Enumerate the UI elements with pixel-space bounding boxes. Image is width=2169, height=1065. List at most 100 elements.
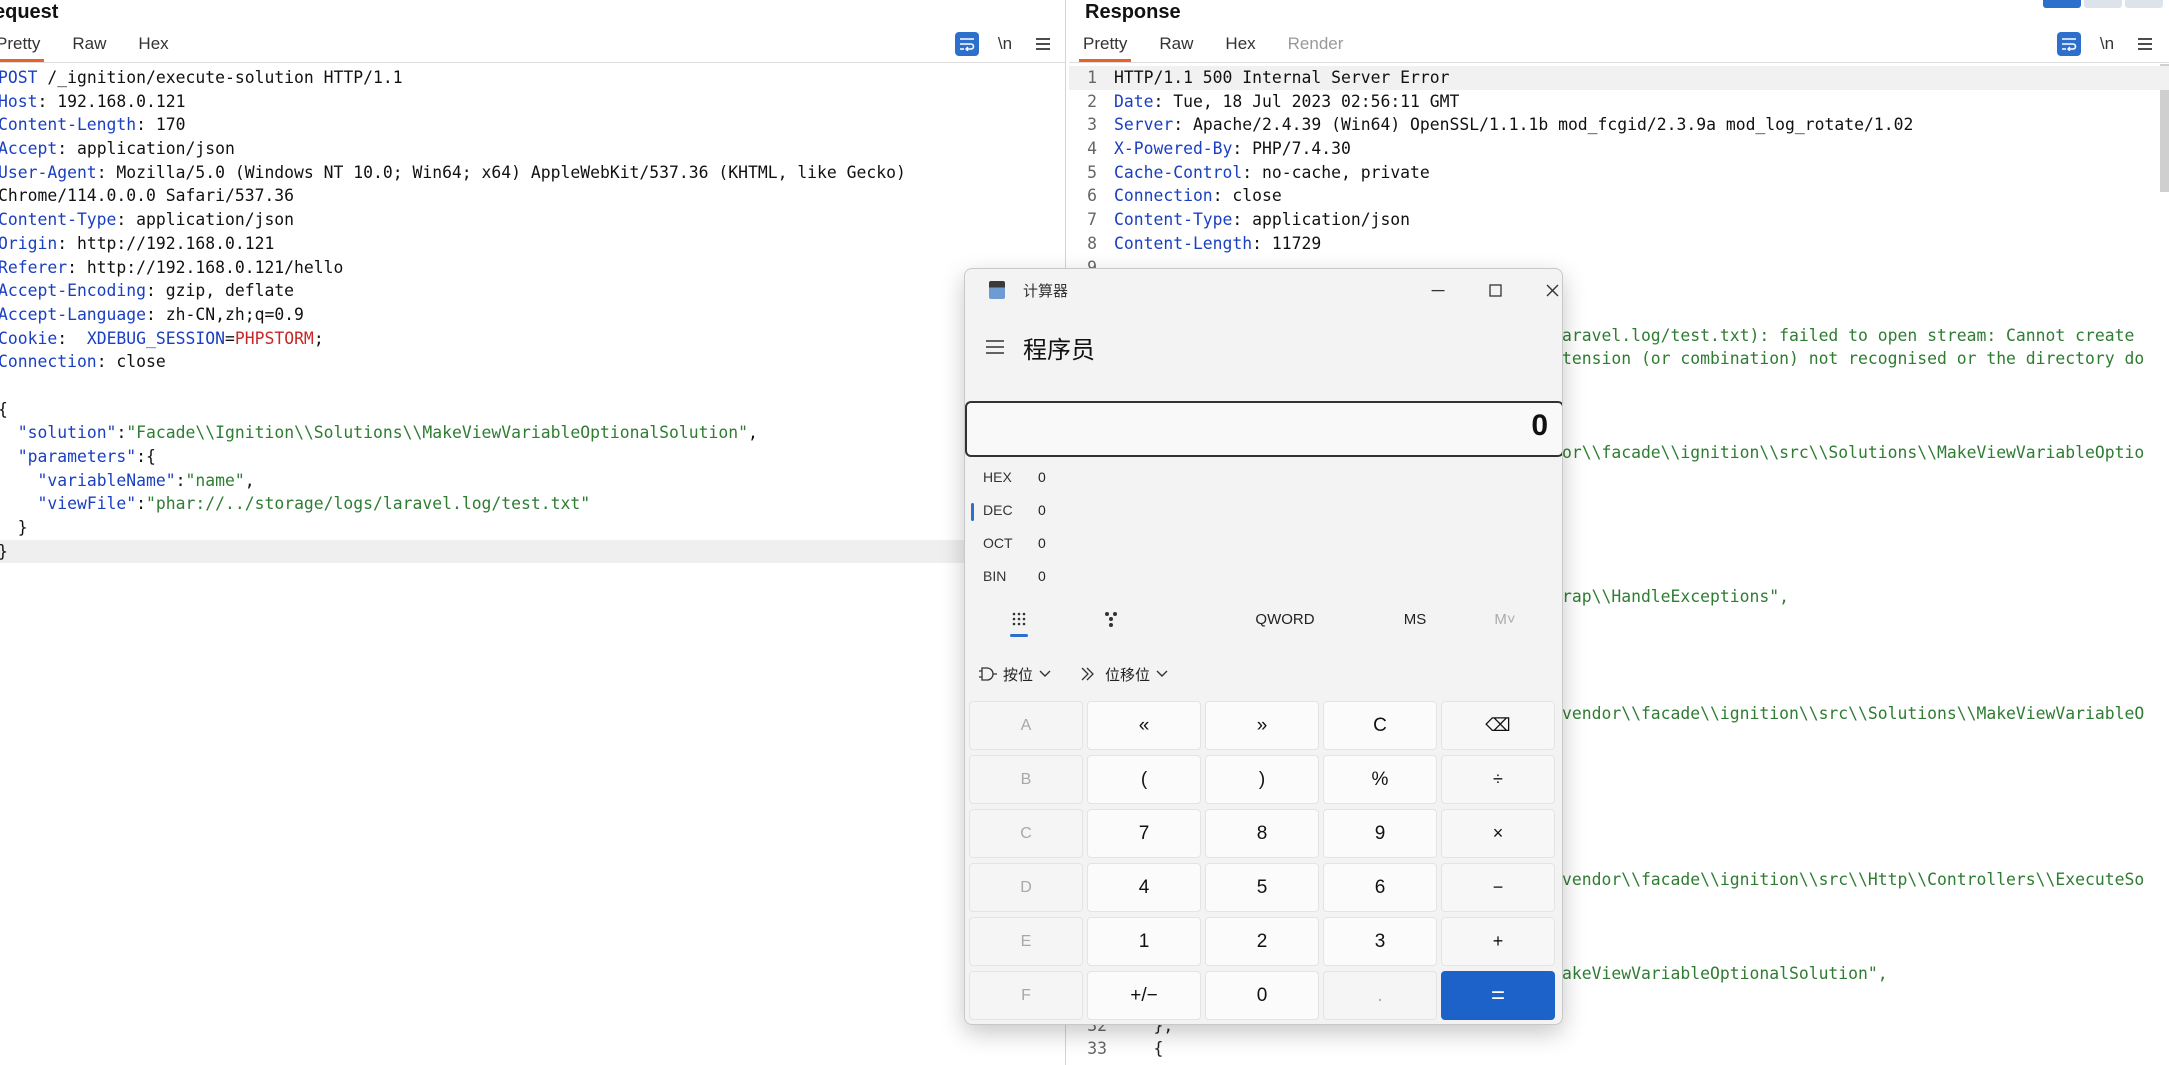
request-tab-raw[interactable]: Raw [72, 30, 106, 62]
clear-button[interactable]: C [1323, 701, 1437, 750]
calculator-keypad: A «» C ⌫ B()% ÷ C 7 8 9 × D 4 5 6− E 1 2 3 + F +/− 0. = [969, 701, 1559, 1020]
digit-6-button[interactable]: 6 [1323, 863, 1437, 912]
request-toolbar: \n [955, 30, 1055, 58]
shift-left-button[interactable]: « [1087, 701, 1201, 750]
base-oct-value: 0 [1038, 535, 1046, 551]
response-line-text: HTTP/1.1 500 Internal Server Error [1114, 66, 1450, 90]
response-tab-raw[interactable]: Raw [1159, 30, 1193, 62]
base-bin-value: 0 [1038, 568, 1046, 584]
menu-icon[interactable] [2133, 32, 2157, 56]
digit-7-button[interactable]: 7 [1087, 809, 1201, 858]
bitwise-dropdown[interactable]: 按位 [979, 659, 1051, 689]
request-line: Cookie: XDEBUG_SESSION=PHPSTORM; [0, 327, 1065, 351]
digit-2-button[interactable]: 2 [1205, 917, 1319, 966]
response-token: Server [1114, 115, 1174, 135]
response-line-text: { [1114, 1039, 1164, 1058]
request-token: : Mozilla/5.0 (Windows NT 10.0; Win64; x… [96, 162, 906, 182]
request-token: : 170 [136, 115, 186, 135]
line-number: 8 [1087, 233, 1097, 253]
newline-icon[interactable]: \n [993, 32, 1017, 56]
split-layout-icon[interactable] [2043, 0, 2081, 8]
hamburger-menu-icon[interactable] [983, 335, 1007, 359]
request-token: "variableName" [37, 470, 176, 490]
request-token: Host [0, 91, 38, 111]
newline-icon[interactable]: \n [2095, 32, 2119, 56]
request-token: Referer [0, 257, 68, 277]
hex-digit-d-button[interactable]: D [969, 863, 1083, 912]
decimal-button[interactable]: . [1323, 971, 1437, 1020]
calculator-titlebar[interactable]: 计算器 ─ [965, 269, 1562, 309]
close-icon[interactable] [1532, 275, 1562, 305]
request-tab-pretty[interactable]: Pretty [0, 30, 45, 62]
request-token: { [0, 400, 8, 419]
base-oct[interactable]: OCT 0 [965, 529, 1165, 559]
subtract-button[interactable]: − [1441, 863, 1555, 912]
wrap-icon[interactable] [2057, 32, 2081, 56]
hex-digit-b-button[interactable]: B [969, 755, 1083, 804]
request-line: } [0, 539, 1065, 564]
maximize-icon[interactable] [1475, 275, 1515, 305]
equals-button[interactable]: = [1441, 971, 1555, 1020]
request-token: :{ [136, 447, 156, 466]
close-paren-button[interactable]: ) [1205, 755, 1319, 804]
horizontal-layout-icon[interactable] [2084, 0, 2122, 8]
response-line-text: Cache-Control: no-cache, private [1114, 161, 1430, 185]
calculator-mode-label: 程序员 [1023, 336, 1095, 364]
digit-4-button[interactable]: 4 [1087, 863, 1201, 912]
shift-right-button[interactable]: » [1205, 701, 1319, 750]
digit-9-button[interactable]: 9 [1323, 809, 1437, 858]
base-bin[interactable]: BIN 0 [965, 562, 1165, 592]
request-token: "viewFile" [37, 494, 137, 514]
minimize-icon[interactable]: ─ [1418, 275, 1458, 305]
hex-digit-c-button[interactable]: C [969, 809, 1083, 858]
request-line: Accept-Language: zh-CN,zh;q=0.9 [0, 303, 1065, 327]
digit-0-button[interactable]: 0 [1205, 971, 1319, 1020]
modulo-button[interactable]: % [1323, 755, 1437, 804]
response-line-text: Server: Apache/2.4.39 (Win64) OpenSSL/1.… [1114, 113, 1913, 137]
bitwise-row: 按位 位移位 [979, 659, 1168, 689]
request-tab-hex[interactable]: Hex [138, 30, 168, 62]
memory-recall-button[interactable]: M˅ [1475, 599, 1535, 639]
full-keypad-icon[interactable] [999, 599, 1039, 639]
bit-toggle-keypad-icon[interactable] [1091, 599, 1131, 639]
digit-5-button[interactable]: 5 [1205, 863, 1319, 912]
bit-shift-dropdown[interactable]: 位移位 [1081, 659, 1168, 689]
request-token: : 192.168.0.121 [37, 91, 186, 111]
request-token: /_ignition/execute-solution HTTP/1.1 [37, 68, 403, 87]
response-line: 7 Content-Type: application/json [1069, 208, 2169, 232]
request-line: { [0, 398, 1065, 422]
response-token: Connection [1114, 186, 1213, 206]
request-token: Cookie [0, 328, 58, 348]
request-line: "solution":"Facade\\Ignition\\Solutions\… [0, 421, 1065, 445]
request-token: : application/json [57, 139, 235, 159]
open-paren-button[interactable]: ( [1087, 755, 1201, 804]
digit-3-button[interactable]: 3 [1323, 917, 1437, 966]
backspace-button[interactable]: ⌫ [1441, 701, 1555, 750]
request-editor[interactable]: POST /_ignition/execute-solution HTTP/1.… [0, 66, 1065, 564]
base-hex[interactable]: HEX 0 [965, 463, 1165, 493]
response-tab-hex[interactable]: Hex [1225, 30, 1255, 62]
digit-1-button[interactable]: 1 [1087, 917, 1201, 966]
multiply-button[interactable]: × [1441, 809, 1555, 858]
hex-digit-e-button[interactable]: E [969, 917, 1083, 966]
response-tab-pretty[interactable]: Pretty [1078, 30, 1132, 62]
word-size-button[interactable]: QWORD [1235, 599, 1335, 639]
response-tab-render[interactable]: Render [1288, 30, 1344, 62]
base-dec[interactable]: DEC 0 [965, 496, 1165, 526]
request-line [0, 374, 1065, 398]
line-number: 6 [1087, 186, 1097, 206]
line-number: 1 [1087, 68, 1097, 87]
hex-digit-f-button[interactable]: F [969, 971, 1083, 1020]
divide-button[interactable]: ÷ [1441, 755, 1555, 804]
hex-digit-a-button[interactable]: A [969, 701, 1083, 750]
vertical-layout-icon[interactable] [2125, 0, 2163, 8]
response-line: 2 Date: Tue, 18 Jul 2023 02:56:11 GMT [1069, 90, 2169, 114]
request-token [0, 423, 18, 442]
response-editor[interactable]: 1 HTTP/1.1 500 Internal Server Error 2 Date… [1069, 66, 2169, 279]
negate-button[interactable]: +/− [1087, 971, 1201, 1020]
menu-icon[interactable] [1031, 32, 1055, 56]
memory-store-button[interactable]: MS [1385, 599, 1445, 639]
add-button[interactable]: + [1441, 917, 1555, 966]
digit-8-button[interactable]: 8 [1205, 809, 1319, 858]
wrap-icon[interactable] [955, 32, 979, 56]
